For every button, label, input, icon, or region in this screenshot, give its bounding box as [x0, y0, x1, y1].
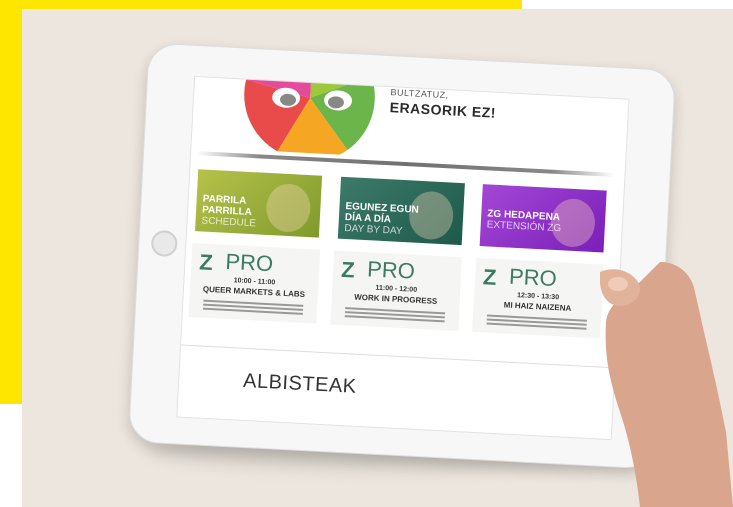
pro-card-3[interactable]: Z PRO 12:30 - 13:30 MI HAIZ NAIZENA — [472, 257, 604, 339]
home-button[interactable] — [150, 229, 178, 258]
pro-card-2[interactable]: Z PRO 11:00 - 12:00 WORK IN PROGRESS — [330, 250, 463, 332]
hand — [600, 262, 733, 507]
card-extension[interactable]: ZG HEDAPENA EXTENSIÓN ZG — [479, 184, 607, 253]
card-day-by-day[interactable]: EGUNEZ EGUN DÍA A DÍA DAY BY DAY — [337, 176, 465, 246]
card-subtitle: DAY BY DAY — [344, 222, 403, 237]
pro-brand: PRO — [508, 263, 558, 292]
photo-face — [265, 182, 312, 234]
tablet-device: BULTZATUZ, ERASORIK EZ! PARRILA PARRILLA… — [127, 42, 677, 470]
zg-logo-icon: Z — [340, 256, 356, 283]
pro-brand: PRO — [224, 248, 274, 277]
zg-logo-icon: Z — [482, 264, 498, 290]
section-divider — [181, 344, 615, 369]
card-schedule[interactable]: PARRILA PARRILLA SCHEDULE — [195, 169, 323, 238]
pro-description-lines — [486, 313, 587, 332]
tablet-screen: BULTZATUZ, ERASORIK EZ! PARRILA PARRILLA… — [176, 75, 630, 441]
pro-card-1[interactable]: Z PRO 10:00 - 11:00 QUEER MARKETS & LABS — [188, 243, 321, 324]
tagline-big: ERASORIK EZ! — [389, 99, 497, 121]
pro-description-lines — [202, 298, 304, 317]
festival-logo — [244, 75, 375, 157]
pro-brand: PRO — [366, 256, 416, 284]
zg-logo-icon: Z — [198, 249, 214, 276]
pro-description-lines — [344, 305, 446, 324]
news-heading: ALBISTEAK — [242, 369, 358, 398]
tagline: BULTZATUZ, ERASORIK EZ! — [389, 87, 497, 121]
card-subtitle: SCHEDULE — [201, 215, 257, 230]
